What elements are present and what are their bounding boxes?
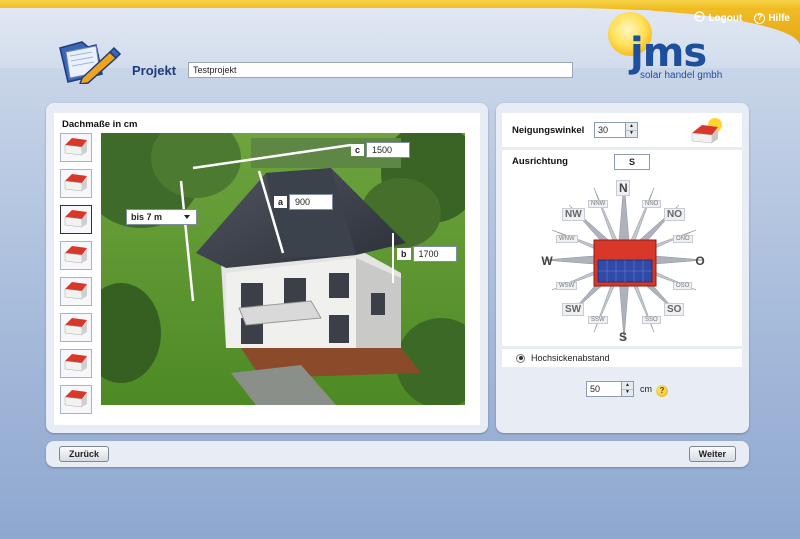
- compass-n[interactable]: N: [616, 180, 630, 196]
- compass-s[interactable]: S: [616, 330, 630, 344]
- compass-wnw[interactable]: WNW: [556, 235, 578, 243]
- compass-no[interactable]: NO: [664, 208, 685, 221]
- tilt-row: Neigungswinkel 30 ▲ ▼: [502, 113, 742, 147]
- roof-type-option[interactable]: [60, 349, 92, 378]
- roof-type-option[interactable]: [60, 277, 92, 306]
- tilt-stepper-buttons: ▲ ▼: [626, 122, 638, 138]
- dimension-b-input[interactable]: 1700: [412, 246, 457, 262]
- roof-type-option[interactable]: [60, 169, 92, 198]
- dimension-a: a 900: [274, 194, 334, 210]
- tilt-down-icon[interactable]: ▼: [626, 130, 637, 137]
- compass-sw[interactable]: SW: [562, 303, 585, 316]
- house-icon: [63, 207, 89, 232]
- dimension-a-letter: a: [274, 196, 288, 208]
- spacing-radio[interactable]: [516, 353, 525, 363]
- compass-w[interactable]: W: [540, 254, 554, 268]
- house-icon: [63, 387, 89, 412]
- help-label: Hilfe: [768, 12, 790, 24]
- spacing-unit: cm: [640, 384, 652, 394]
- compass-oso[interactable]: OSO: [673, 282, 693, 290]
- roof-type-option[interactable]: [60, 133, 92, 162]
- roof-type-option[interactable]: [60, 205, 92, 234]
- project-name-field[interactable]: Testprojekt: [188, 62, 573, 78]
- compass-nno[interactable]: NNO: [642, 200, 662, 208]
- dimension-c-letter: c: [351, 144, 365, 156]
- compass-ssw[interactable]: SSW: [588, 316, 608, 324]
- roof-dimensions-title: Dachmaße in cm: [62, 119, 138, 130]
- dimension-b-letter: b: [397, 248, 411, 260]
- dimension-c: c 1500: [351, 142, 411, 158]
- spacing-stepper[interactable]: 50 ▲ ▼: [586, 381, 634, 397]
- house-icon: [63, 351, 89, 376]
- spacing-down-icon[interactable]: ▼: [622, 389, 633, 396]
- building-height-value: bis 7 m: [131, 212, 163, 222]
- help-icon[interactable]: ?: [656, 385, 668, 397]
- project-label: Projekt: [132, 63, 177, 78]
- compass-wsw[interactable]: WSW: [556, 282, 578, 290]
- compass-sso[interactable]: SSO: [642, 316, 661, 324]
- compass-ono[interactable]: ONO: [673, 235, 693, 243]
- spacing-input[interactable]: 50: [586, 381, 622, 397]
- house-illustration: [101, 133, 465, 405]
- building-height-select[interactable]: bis 7 m: [126, 209, 197, 225]
- help-link[interactable]: ? Hilfe: [754, 11, 790, 25]
- spacing-option-row: Hochsickenabstand: [502, 349, 742, 367]
- house-scene: [101, 133, 465, 405]
- orientation-compass-area: Ausrichtung S N S W O NW NO SW SO NNW NN…: [502, 150, 742, 346]
- compass-nw[interactable]: NW: [562, 208, 585, 221]
- dimension-c-input[interactable]: 1500: [366, 142, 411, 158]
- roof-sun-icon: [688, 117, 724, 148]
- roof-with-panels-icon: [593, 239, 657, 287]
- house-icon: [63, 315, 89, 340]
- roof-type-option[interactable]: [60, 385, 92, 414]
- compass-nnw[interactable]: NNW: [588, 200, 609, 208]
- back-button[interactable]: Zurück: [59, 446, 110, 462]
- house-icon: [63, 279, 89, 304]
- compass-o[interactable]: O: [693, 254, 707, 268]
- question-icon: ?: [754, 12, 766, 24]
- house-icon: [63, 243, 89, 268]
- chevron-down-icon: [184, 215, 190, 219]
- roof-type-option[interactable]: [60, 241, 92, 270]
- dimension-b: b 1700: [397, 246, 457, 262]
- spacing-option-label: Hochsickenabstand: [531, 353, 610, 363]
- dimension-a-input[interactable]: 900: [289, 194, 334, 210]
- roof-type-option[interactable]: [60, 313, 92, 342]
- spacing-stepper-buttons: ▲ ▼: [622, 381, 634, 397]
- roof-dimensions-panel: Dachmaße in cm c 1500 a 900 b 1700 bis 7…: [46, 103, 488, 433]
- navigation-bar: Zurück Weiter: [46, 441, 749, 467]
- roof-type-list: [60, 133, 92, 414]
- tilt-stepper[interactable]: 30 ▲ ▼: [594, 122, 638, 138]
- compass-so[interactable]: SO: [664, 303, 685, 316]
- tilt-label: Neigungswinkel: [512, 125, 585, 136]
- house-icon: [63, 135, 89, 160]
- project-folder-icon: [56, 38, 126, 85]
- logo-tagline: solar handel gmbh: [640, 70, 723, 81]
- tilt-input[interactable]: 30: [594, 122, 626, 138]
- company-logo: jms solar handel gmbh: [600, 12, 730, 87]
- house-icon: [63, 171, 89, 196]
- next-button[interactable]: Weiter: [688, 446, 736, 462]
- orientation-panel: Neigungswinkel 30 ▲ ▼ Ausrichtung S N S …: [496, 103, 749, 433]
